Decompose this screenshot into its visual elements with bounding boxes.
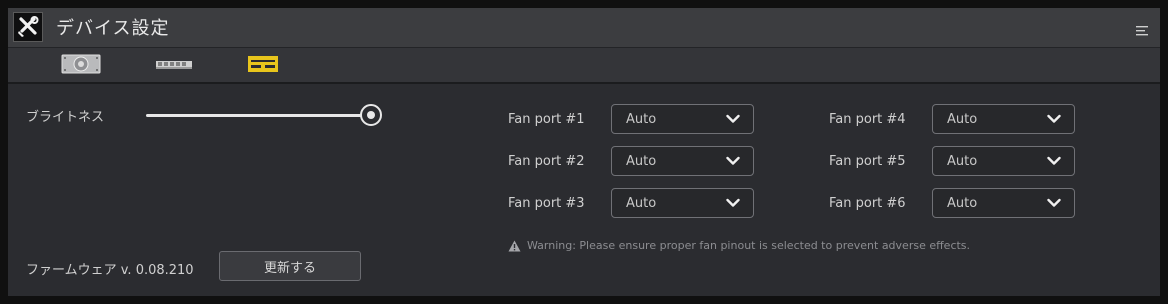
title-bar: デバイス設定 [8,8,1160,48]
fan-port-2-label: Fan port #2 [508,154,585,169]
device-tab-bar [8,48,1160,84]
fan-port-5-label: Fan port #5 [829,154,906,169]
fan-port-5-select[interactable]: Auto [932,146,1075,176]
tools-icon [13,12,43,42]
fan-port-1-value: Auto [626,112,657,127]
brightness-slider-track[interactable] [146,114,374,117]
warning-icon [508,240,521,251]
fan-port-4-select[interactable]: Auto [932,104,1075,134]
fan-port-4-value: Auto [947,112,978,127]
firmware-update-button[interactable]: 更新する [219,251,361,281]
chevron-down-icon [726,156,740,165]
fan-port-2-select[interactable]: Auto [611,146,754,176]
settings-panel: ブライトネス ファームウェア v. 0.08.210 更新する Fan port… [8,84,1160,296]
firmware-version-label: ファームウェア v. 0.08.210 [26,263,194,278]
fan-device-icon [61,54,101,74]
chevron-down-icon [726,114,740,123]
fan-port-6-value: Auto [947,196,978,211]
brightness-slider-thumb[interactable] [360,104,382,126]
memory-module-icon [156,61,192,69]
window-title: デバイス設定 [56,18,170,39]
fan-port-1-select[interactable]: Auto [611,104,754,134]
chevron-down-icon [1047,156,1061,165]
fan-port-6-label: Fan port #6 [829,196,906,211]
fan-pinout-warning: Warning: Please ensure proper fan pinout… [508,239,970,252]
chevron-down-icon [1047,114,1061,123]
warning-text: Warning: Please ensure proper fan pinout… [527,239,971,252]
fan-port-4-label: Fan port #4 [829,112,906,127]
fan-port-1-label: Fan port #1 [508,112,585,127]
fan-port-3-select[interactable]: Auto [611,188,754,218]
fan-port-5-value: Auto [947,154,978,169]
memory-device-tab[interactable] [154,54,194,74]
fan-port-6-select[interactable]: Auto [932,188,1075,218]
menu-icon[interactable] [1136,21,1148,36]
chevron-down-icon [1047,198,1061,207]
fan-port-3-label: Fan port #3 [508,196,585,211]
device-settings-window: デバイス設定 ブライトネス ファームウェア v. 0.08.210 更新する F… [8,8,1160,296]
chevron-down-icon [726,198,740,207]
fan-port-2-value: Auto [626,154,657,169]
fan-device-tab[interactable] [61,54,101,74]
gpu-card-icon [248,56,278,72]
fan-port-3-value: Auto [626,196,657,211]
brightness-label: ブライトネス [26,110,105,125]
gpu-device-tab[interactable] [247,54,279,74]
